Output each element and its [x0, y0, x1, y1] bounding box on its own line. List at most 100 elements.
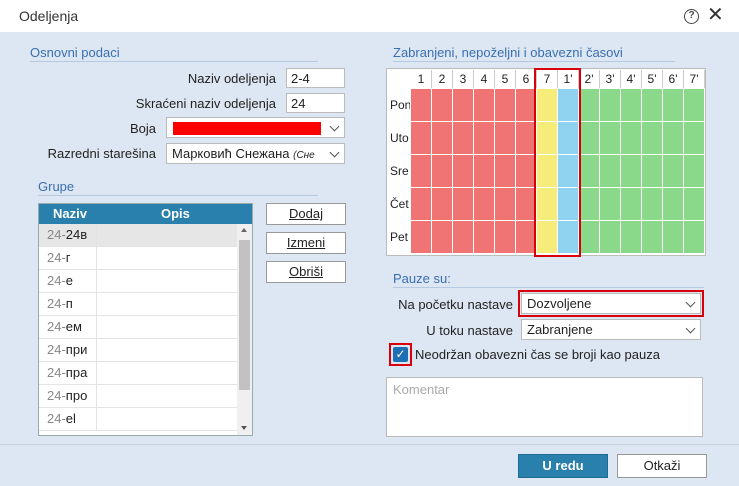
schedule-cell-forbidden[interactable] [453, 89, 473, 121]
schedule-cell-forbidden[interactable] [411, 221, 431, 253]
schedule-cell-allowed[interactable] [663, 221, 683, 253]
schedule-cell-allowed[interactable] [663, 155, 683, 187]
schedule-cell-forbidden[interactable] [432, 155, 452, 187]
table-row[interactable]: 24-г [39, 247, 237, 270]
name-input[interactable]: 2-4 [286, 68, 345, 88]
schedule-cell-forbidden[interactable] [411, 89, 431, 121]
table-row[interactable]: 24-24в [39, 224, 237, 247]
schedule-cell-allowed[interactable] [684, 155, 704, 187]
add-group-button[interactable]: Dodaj [266, 203, 346, 225]
schedule-cell-forbidden[interactable] [474, 188, 494, 220]
table-row[interactable]: 24-п [39, 293, 237, 316]
close-icon[interactable]: ✕ [707, 5, 724, 25]
schedule-cell-allowed[interactable] [579, 188, 599, 220]
schedule-cell-allowed[interactable] [684, 122, 704, 154]
schedule-cell-forbidden[interactable] [411, 188, 431, 220]
schedule-cell-forbidden[interactable] [453, 155, 473, 187]
teacher-value: Марковић Снежана [172, 146, 290, 161]
chevron-down-icon [329, 121, 340, 132]
ok-button[interactable]: U redu [518, 454, 608, 478]
schedule-cell-forbidden[interactable] [432, 89, 452, 121]
schedule-cell-allowed[interactable] [579, 122, 599, 154]
schedule-cell-allowed[interactable] [684, 89, 704, 121]
group-prefix: 24- [47, 250, 66, 265]
schedule-cell-allowed[interactable] [621, 155, 641, 187]
scrollbar[interactable] [237, 224, 252, 435]
schedule-cell-forbidden[interactable] [432, 122, 452, 154]
window-title: Odeljenja [19, 8, 79, 24]
schedule-cell-forbidden[interactable] [432, 221, 452, 253]
teacher-select[interactable]: Марковић Снежана (Сне [166, 143, 345, 164]
day-label: Čet [388, 188, 410, 221]
delete-group-button[interactable]: Obriši [266, 261, 346, 283]
schedule-cell-forbidden[interactable] [474, 89, 494, 121]
scroll-up-icon[interactable] [241, 228, 247, 232]
schedule-cell-forbidden[interactable] [474, 122, 494, 154]
schedule-cell-allowed[interactable] [642, 155, 662, 187]
schedule-cell-allowed[interactable] [600, 89, 620, 121]
schedule-cell-allowed[interactable] [663, 89, 683, 121]
schedule-cell-allowed[interactable] [642, 221, 662, 253]
schedule-cell-allowed[interactable] [579, 89, 599, 121]
schedule-cell-allowed[interactable] [642, 188, 662, 220]
start-select-highlight [518, 290, 704, 317]
table-row[interactable]: 24-при [39, 339, 237, 362]
color-picker[interactable] [166, 117, 345, 138]
schedule-cell-allowed[interactable] [642, 89, 662, 121]
period-header: 2' [579, 70, 600, 88]
schedule-cell-allowed[interactable] [642, 122, 662, 154]
schedule-cell-forbidden[interactable] [453, 221, 473, 253]
table-row[interactable]: 24-е [39, 270, 237, 293]
schedule-cell-allowed[interactable] [600, 221, 620, 253]
scroll-down-icon[interactable] [241, 426, 247, 430]
day-label: Uto [388, 122, 410, 155]
table-row[interactable]: 24-ем [39, 316, 237, 339]
schedule-cell-forbidden[interactable] [495, 89, 515, 121]
schedule-cell-allowed[interactable] [663, 188, 683, 220]
during-select[interactable]: Zabranjene [521, 319, 701, 340]
schedule-cell-forbidden[interactable] [516, 221, 536, 253]
schedule-cell-allowed[interactable] [579, 221, 599, 253]
schedule-cell-forbidden[interactable] [411, 155, 431, 187]
schedule-cell-forbidden[interactable] [411, 122, 431, 154]
edit-group-button[interactable]: Izmeni [266, 232, 346, 254]
cancel-button[interactable]: Otkaži [617, 454, 707, 478]
schedule-cell-forbidden[interactable] [495, 122, 515, 154]
schedule-cell-forbidden[interactable] [495, 155, 515, 187]
group-name-cell: 24-ем [39, 316, 97, 339]
schedule-cell-forbidden[interactable] [516, 122, 536, 154]
schedule-cell-forbidden[interactable] [474, 221, 494, 253]
schedule-cell-allowed[interactable] [621, 89, 641, 121]
table-row[interactable]: 24-пра [39, 362, 237, 385]
schedule-cell-forbidden[interactable] [516, 89, 536, 121]
short-name-input[interactable]: 24 [286, 93, 345, 113]
schedule-cell-forbidden[interactable] [495, 221, 515, 253]
table-row[interactable]: 24-el [39, 408, 237, 431]
schedule-cell-forbidden[interactable] [516, 188, 536, 220]
schedule-cell-allowed[interactable] [600, 122, 620, 154]
help-icon[interactable]: ? [684, 9, 699, 24]
table-row[interactable]: 24-про [39, 385, 237, 408]
schedule-cell-allowed[interactable] [600, 155, 620, 187]
schedule-cell-allowed[interactable] [621, 188, 641, 220]
teacher-suffix: (Сне [293, 150, 315, 161]
schedule-cell-allowed[interactable] [621, 122, 641, 154]
schedule-cell-forbidden[interactable] [516, 155, 536, 187]
group-name-cell: 24-п [39, 293, 97, 316]
checkbox-label: Neodržan obavezni čas se broji kao pauza [415, 347, 660, 362]
schedule-cell-allowed[interactable] [621, 221, 641, 253]
schedule-cell-forbidden[interactable] [453, 188, 473, 220]
schedule-cell-allowed[interactable] [684, 221, 704, 253]
schedule-cell-forbidden[interactable] [453, 122, 473, 154]
groups-table[interactable]: Naziv Opis 24-24в 24-г 24-е 24-п 24-ем 24-при… [38, 203, 253, 436]
schedule-cell-forbidden[interactable] [432, 188, 452, 220]
schedule-cell-forbidden[interactable] [495, 188, 515, 220]
schedule-cell-allowed[interactable] [600, 188, 620, 220]
comment-textarea[interactable]: Komentar [386, 377, 703, 437]
schedule-cell-forbidden[interactable] [474, 155, 494, 187]
schedule-cell-allowed[interactable] [684, 188, 704, 220]
schedule-cell-allowed[interactable] [579, 155, 599, 187]
schedule-cell-allowed[interactable] [663, 122, 683, 154]
scroll-thumb[interactable] [239, 240, 250, 390]
during-label: U toku nastave [426, 323, 513, 338]
